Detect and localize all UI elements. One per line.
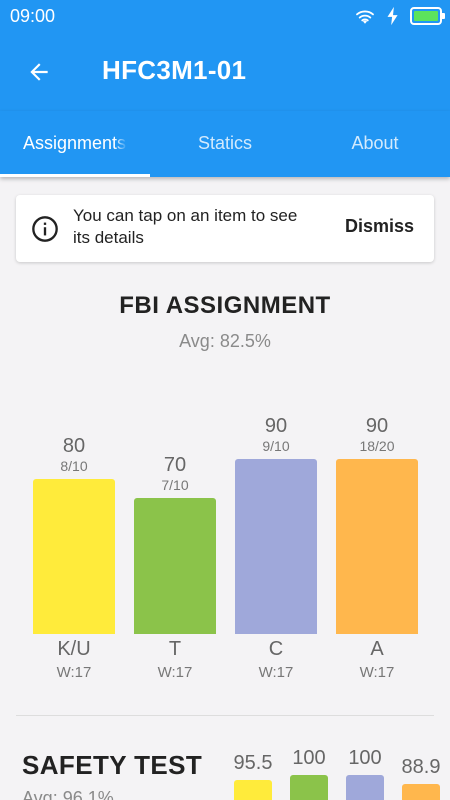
bar-weight-label: W:17: [359, 664, 395, 681]
mini-bar[interactable]: [346, 775, 384, 800]
page-title: HFC3M1-01: [102, 55, 247, 85]
bar-fraction-label: 7/10: [161, 477, 189, 493]
mini-bar[interactable]: [234, 780, 272, 800]
mini-bar-value-label: 100: [348, 747, 382, 769]
tab-statics[interactable]: Statics: [150, 111, 300, 177]
bar-value-label: 90: [264, 415, 288, 437]
mini-bar[interactable]: [402, 784, 440, 800]
info-banner: You can tap on an item to see its detail…: [16, 195, 434, 262]
tab-label: Assignments: [23, 132, 127, 153]
bar-weight-label: W:17: [56, 664, 92, 681]
fbi-bar-chart: 80 8/10 K/U W:17 70 7/10 T W:17 90 9/10 C W:17 90 18/…: [0, 360, 450, 690]
dismiss-button[interactable]: Dismiss: [345, 216, 414, 237]
section-average: Avg: 96.1%: [22, 788, 114, 800]
back-button[interactable]: [22, 55, 56, 89]
bar-category-label: C: [268, 638, 284, 660]
banner-text: You can tap on an item to see its detail…: [73, 206, 298, 247]
info-icon: [32, 216, 58, 242]
chart-average: Avg: 82.5%: [179, 331, 271, 351]
bar-fraction-label: 18/20: [359, 438, 395, 454]
tab-indicator: [0, 174, 150, 177]
bar-value-label: 90: [365, 415, 389, 437]
mini-bar-value-label: 95.5: [233, 752, 273, 774]
status-time: 09:00: [10, 6, 56, 26]
bar[interactable]: [33, 479, 115, 634]
charging-icon: [387, 6, 398, 26]
tab-label: About: [351, 132, 399, 153]
bar-category-label: K/U: [57, 638, 91, 660]
mini-bar-value-label: 88.9: [401, 756, 441, 778]
bar-value-label: 70: [163, 454, 187, 476]
battery-icon: [410, 7, 445, 25]
arrow-left-icon: [30, 63, 48, 81]
tab-assignments[interactable]: Assignments: [0, 111, 150, 177]
bar[interactable]: [235, 459, 317, 634]
chart-title: FBI ASSIGNMENT: [119, 292, 331, 319]
bar-value-label: 80: [62, 435, 86, 457]
bar-weight-label: W:17: [258, 664, 294, 681]
bar[interactable]: [336, 459, 418, 634]
bar-category-label: T: [168, 638, 182, 660]
tab-about[interactable]: About: [300, 111, 450, 177]
status-icons: [354, 5, 445, 27]
bar-fraction-label: 8/10: [60, 458, 88, 474]
divider: [16, 715, 434, 716]
tab-bar: Assignments Statics About: [0, 111, 450, 177]
bar[interactable]: [134, 498, 216, 634]
bar-fraction-label: 9/10: [262, 438, 290, 454]
section-title: SAFETY TEST: [22, 750, 203, 780]
mini-bar[interactable]: [290, 775, 328, 800]
bar-category-label: A: [370, 638, 384, 660]
status-bar: 09:00: [0, 0, 450, 33]
app-bar: HFC3M1-01: [0, 33, 450, 111]
bar-weight-label: W:17: [157, 664, 193, 681]
wifi-icon: [356, 10, 374, 24]
mini-bar-value-label: 100: [292, 747, 326, 769]
tab-label: Statics: [197, 132, 253, 153]
